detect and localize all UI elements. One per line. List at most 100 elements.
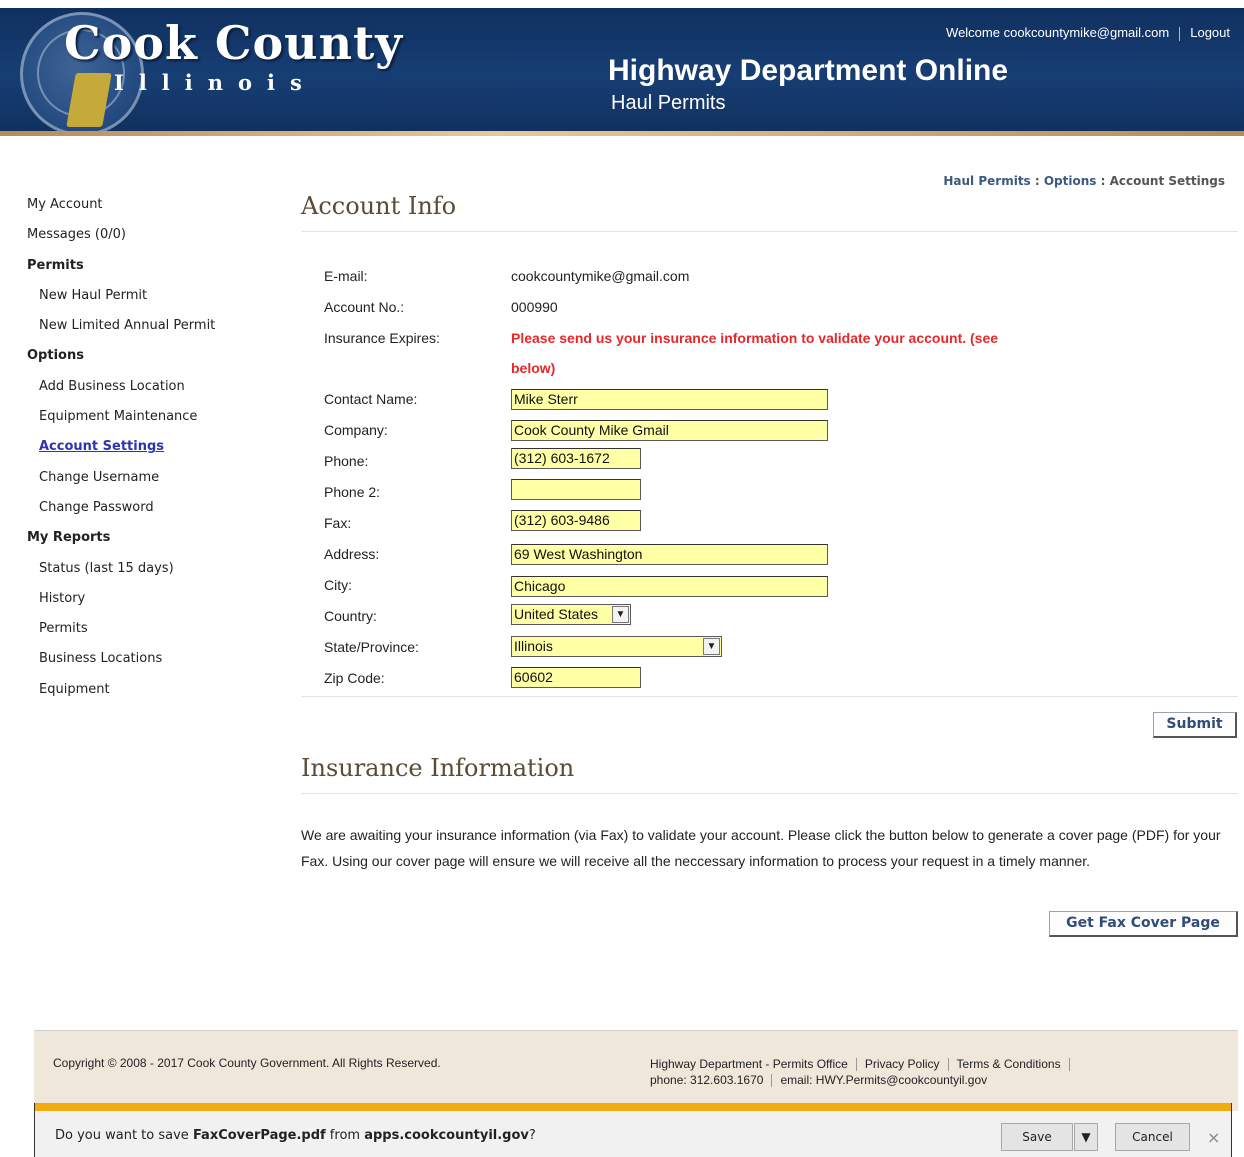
insurance-warning-line1: Please send us your insurance informatio… [511,330,999,346]
account-number-value: 000990 [511,299,558,315]
sidebar-item-history[interactable]: History [0,584,280,614]
breadcrumb-options[interactable]: Options [1044,174,1097,188]
sidebar-item-label: New Haul Permit [39,287,148,303]
department-subtitle: Haul Permits [611,92,726,114]
state-select[interactable]: Illinois ▼ [511,636,722,657]
footer-office-link[interactable]: Highway Department - Permits Office [650,1057,848,1071]
breadcrumb-haul-permits[interactable]: Haul Permits [943,174,1030,188]
download-filename: FaxCoverPage.pdf [192,1128,326,1143]
get-fax-cover-page-button[interactable]: Get Fax Cover Page [1049,911,1238,937]
save-options-dropdown[interactable]: ▼ [1074,1123,1098,1151]
sidebar-item-equipment[interactable]: Equipment [0,675,280,705]
sidebar-item-label: Permits [39,621,88,637]
email-value: cookcountymike@gmail.com [511,268,690,284]
insurance-instructions: We are awaiting your insurance informati… [301,827,1221,869]
insurance-expires-label: Insurance Expires: [324,330,440,346]
sidebar-item-label: New Limited Annual Permit [39,318,216,334]
download-notification-bar: Do you want to save FaxCoverPage.pdf fro… [34,1103,1232,1157]
breadcrumb-separator: : [1096,174,1110,188]
contact-name-input[interactable]: Mike Sterr [511,389,828,410]
sidebar-section-permits: Permits [0,251,280,281]
footer-phone: phone: 312.603.1670 [650,1073,764,1087]
sidebar-item-label: Options [27,348,84,364]
sidebar-section-my-reports: My Reports [0,523,280,553]
sidebar-item-change-password[interactable]: Change Password [0,493,280,523]
divider [301,696,1238,697]
close-icon[interactable]: × [1207,1128,1220,1147]
footer-links: Highway Department - Permits Office Priva… [650,1056,1078,1088]
logo-text: Cook County [64,16,404,70]
sidebar-item-label: Account Settings [39,439,165,455]
sidebar-item-new-haul-permit[interactable]: New Haul Permit [0,281,280,311]
sidebar-item-label: Equipment [39,681,110,697]
zip-input[interactable]: 60602 [511,667,641,688]
site-header: Cook County Illinois Highway Department … [0,0,1244,136]
download-prompt-suffix: ? [528,1128,536,1143]
address-input[interactable]: 69 West Washington [511,544,828,565]
country-select[interactable]: United States ▼ [511,604,631,625]
sidebar-item-label: My Reports [27,530,111,546]
account-info-heading: Account Info [301,192,457,220]
fax-label: Fax: [324,515,352,531]
footer-separator [855,1058,857,1072]
sidebar-item-label: Change Password [39,499,154,515]
sidebar-item-label: Change Username [39,469,160,485]
sidebar-item-messages-0-0[interactable]: Messages (0/0) [0,220,280,250]
cancel-button[interactable]: Cancel [1115,1123,1190,1151]
footer-separator [947,1058,949,1072]
sidebar-item-permits[interactable]: Permits [0,614,280,644]
phone2-label: Phone 2: [324,484,381,500]
sidebar-item-label: Business Locations [39,651,163,667]
download-bar-accent [35,1103,1231,1111]
chevron-down-icon[interactable]: ▼ [703,638,720,655]
footer-separator [1068,1058,1070,1072]
header-accent-bar [0,131,1244,136]
breadcrumb-separator: : [1030,174,1044,188]
sidebar-item-account-settings[interactable]: Account Settings [0,432,280,462]
department-title: Highway Department Online [608,54,1009,87]
save-button[interactable]: Save [1001,1123,1073,1151]
breadcrumb-current: Account Settings [1109,174,1225,188]
sidebar-item-new-limited-annual-permit[interactable]: New Limited Annual Permit [0,311,280,341]
sidebar-item-equipment-maintenance[interactable]: Equipment Maintenance [0,402,280,432]
footer-email-link[interactable]: email: HWY.Permits@cookcountyil.gov [780,1073,987,1087]
sidebar-item-label: Status (last 15 days) [39,560,174,576]
logout-link[interactable]: Logout [1190,25,1230,40]
zip-label: Zip Code: [324,670,385,686]
submit-button[interactable]: Submit [1153,712,1237,738]
footer-copyright: Copyright © 2008 - 2017 Cook County Gove… [53,1056,441,1070]
footer-terms-link[interactable]: Terms & Conditions [957,1057,1061,1071]
sidebar-item-label: Messages (0/0) [27,227,126,243]
logo-subtext: Illinois [114,70,317,95]
header-top-strip [0,0,1244,8]
sidebar-item-my-account[interactable]: My Account [0,190,280,220]
chevron-down-icon[interactable]: ▼ [612,606,629,623]
phone-label: Phone: [324,453,369,469]
user-welcome-area: Welcome cookcountymike@gmail.com Logout [946,25,1230,41]
phone2-input[interactable] [511,479,641,500]
download-prompt-prefix: Do you want to save [55,1128,193,1143]
contact-name-label: Contact Name: [324,391,418,407]
sidebar-item-change-username[interactable]: Change Username [0,463,280,493]
sidebar-item-business-locations[interactable]: Business Locations [0,644,280,674]
download-prompt-middle: from [325,1128,365,1143]
footer-separator [771,1074,773,1088]
state-label: State/Province: [324,639,419,655]
chevron-down-icon: ▼ [1081,1130,1091,1144]
insurance-warning-line2: below) [511,360,556,376]
footer-privacy-link[interactable]: Privacy Policy [865,1057,940,1071]
company-input[interactable]: Cook County Mike Gmail [511,420,828,441]
sidebar-item-label: My Account [27,197,103,212]
breadcrumb: Haul Permits : Options : Account Setting… [943,174,1225,188]
download-domain: apps.cookcountyil.gov [364,1128,529,1143]
sidebar-nav: My Account Messages (0/0) Permits New Haul … [0,190,280,705]
city-input[interactable]: Chicago [511,576,828,597]
sidebar-item-label: Equipment Maintenance [39,409,198,425]
fax-input[interactable]: (312) 603-9486 [511,510,641,531]
account-number-label: Account No.: [324,299,405,315]
sidebar-item-add-business-location[interactable]: Add Business Location [0,372,280,402]
sidebar-item-label: Permits [27,257,84,273]
sidebar-item-status-last-15-days[interactable]: Status (last 15 days) [0,554,280,584]
country-select-value: United States [514,606,599,622]
phone-input[interactable]: (312) 603-1672 [511,448,641,469]
